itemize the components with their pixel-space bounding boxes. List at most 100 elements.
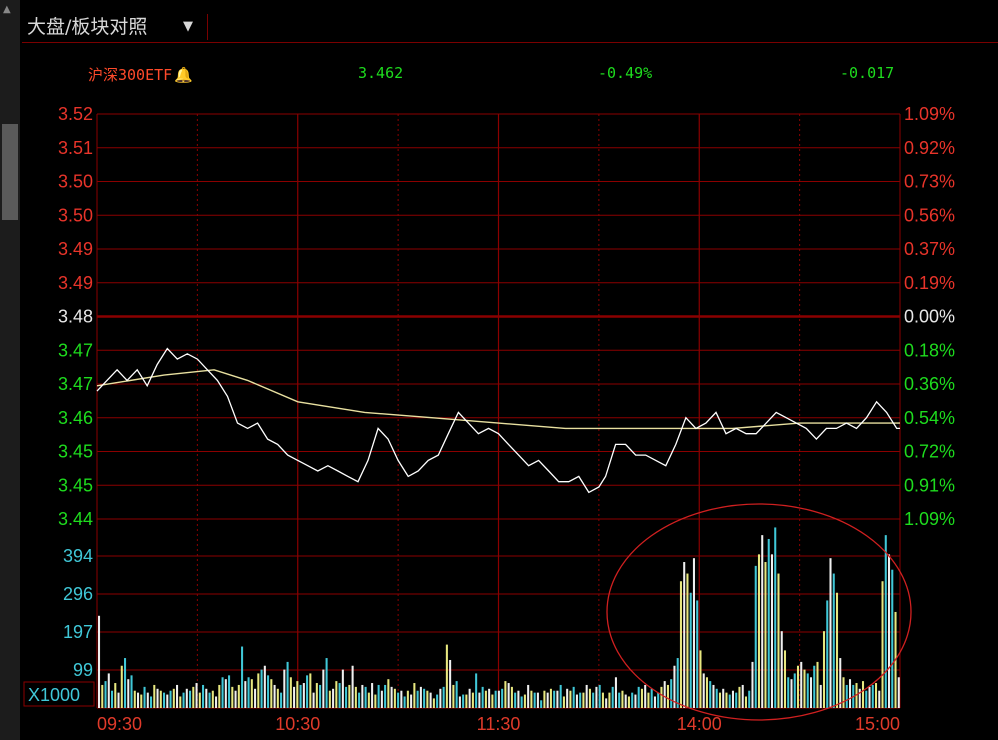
volume-bar xyxy=(770,554,774,708)
volume-unit-label: X1000 xyxy=(28,685,80,705)
volume-bar xyxy=(553,690,556,708)
volume-bar xyxy=(211,690,214,708)
volume-bar xyxy=(150,696,153,708)
y-right-tick-label: 0.36% xyxy=(904,374,955,394)
volume-bar xyxy=(234,690,237,708)
volume-bar xyxy=(666,684,669,708)
volume-bar xyxy=(715,688,718,708)
volume-bar xyxy=(813,665,816,708)
volume-bar xyxy=(462,694,465,708)
volume-bar xyxy=(686,573,689,708)
volume-bar xyxy=(559,684,562,708)
y-right-tick-label: 1.09% xyxy=(904,509,955,529)
x-tick-label: 15:00 xyxy=(855,714,900,734)
volume-bar xyxy=(822,631,826,708)
volume-bar xyxy=(153,684,156,708)
volume-bar xyxy=(861,681,865,708)
volume-bar xyxy=(315,683,318,708)
volume-bar xyxy=(712,684,715,708)
volume-bar xyxy=(699,650,702,708)
volume-bar xyxy=(114,683,117,708)
volume-bar xyxy=(354,686,357,708)
y-right-tick-label: 0.19% xyxy=(904,273,955,293)
volume-bar xyxy=(530,690,533,708)
volume-bar xyxy=(803,669,806,708)
volume-bar xyxy=(874,683,878,708)
volume-bar xyxy=(335,681,338,708)
volume-bar xyxy=(413,683,416,708)
volume-bar xyxy=(257,673,260,708)
volume-bar xyxy=(263,665,266,708)
y-right-tick-label: 0.56% xyxy=(904,205,955,225)
volume-bar xyxy=(777,573,780,708)
volume-bar xyxy=(208,692,211,708)
y-right-tick-label: 0.91% xyxy=(904,475,955,495)
volume-bar xyxy=(218,684,221,708)
volume-bar xyxy=(403,696,406,708)
volume-bar xyxy=(657,692,660,708)
y-right-tick-label: 0.18% xyxy=(904,340,955,360)
volume-bar xyxy=(325,658,328,708)
volume-bar xyxy=(826,600,829,708)
volume-bar xyxy=(133,690,136,708)
volume-bar xyxy=(195,683,198,708)
volume-bar xyxy=(137,692,140,708)
volume-bar xyxy=(393,688,396,708)
volume-bar xyxy=(351,665,354,708)
volume-bar xyxy=(302,683,305,708)
volume-bar xyxy=(595,686,598,708)
volume-bar xyxy=(494,690,497,708)
volume-bar xyxy=(432,698,435,708)
volume-bar xyxy=(309,673,312,708)
volume-bar xyxy=(439,688,442,708)
volume-bar xyxy=(868,686,871,708)
volume-bar xyxy=(608,692,611,708)
volume-bar xyxy=(156,688,159,708)
volume-bar xyxy=(397,692,400,708)
volume-bar xyxy=(497,690,500,708)
volume-bar xyxy=(501,688,504,708)
volume-bar xyxy=(390,686,393,708)
volume-bar xyxy=(738,686,741,708)
volume-bar xyxy=(380,690,383,708)
volume-bar xyxy=(689,592,692,708)
volume-bar xyxy=(475,673,478,708)
volume-bar xyxy=(705,677,708,708)
volume-bar xyxy=(832,573,835,708)
time-axis-labels: 09:30 10:30 11:30 14:00 15:00 xyxy=(97,714,900,734)
volume-bar xyxy=(601,692,604,708)
volume-bar xyxy=(702,673,705,708)
volume-bar xyxy=(731,690,734,708)
volume-bar xyxy=(488,688,491,708)
volume-bar xyxy=(627,696,630,708)
y-left-tick-label: 3.50 xyxy=(58,205,93,225)
x-tick-label: 11:30 xyxy=(477,714,521,734)
volume-bar xyxy=(582,692,585,708)
volume-bar xyxy=(449,659,452,708)
volume-bar xyxy=(783,650,787,708)
volume-bar xyxy=(371,683,374,708)
volume-bar xyxy=(429,692,432,708)
volume-bar xyxy=(618,692,621,708)
volume-bar xyxy=(842,677,845,708)
x-tick-label: 10:30 xyxy=(275,714,320,734)
volume-bar xyxy=(819,684,822,708)
y-left-tick-label: 3.47 xyxy=(58,340,93,360)
volume-bar xyxy=(367,692,370,708)
volume-bar xyxy=(101,684,104,708)
volume-bar xyxy=(569,690,572,708)
volume-bar xyxy=(322,669,325,708)
volume-bar xyxy=(764,562,767,708)
y-left-tick-label: 3.48 xyxy=(58,307,93,327)
y-left-tick-label: 3.45 xyxy=(58,442,93,462)
volume-bar xyxy=(338,683,341,708)
volume-bar xyxy=(523,694,526,708)
y-left-tick-label: 3.51 xyxy=(58,138,93,158)
volume-bar xyxy=(192,686,195,708)
volume-bar xyxy=(611,686,614,708)
volume-bar xyxy=(644,684,647,708)
y-right-tick-label: 0.00% xyxy=(904,307,955,327)
volume-bar xyxy=(205,688,208,708)
volume-bar xyxy=(621,690,624,708)
volume-bar xyxy=(806,673,809,708)
